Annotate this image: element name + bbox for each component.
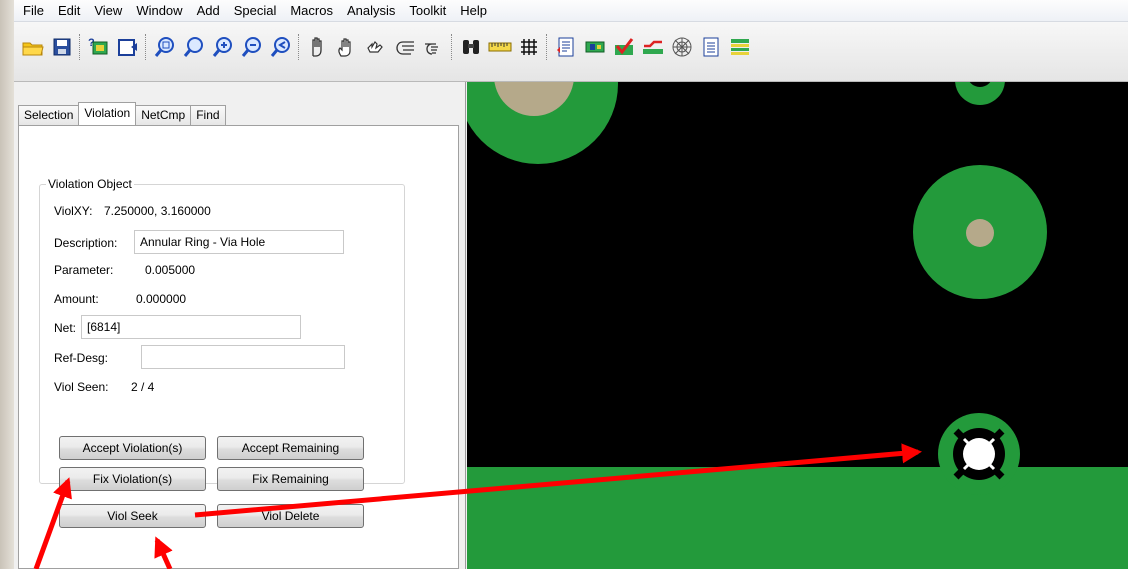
zoom-window-icon[interactable] [152, 35, 177, 59]
panel-tabs: Selection Violation NetCmp Find [18, 102, 226, 125]
binoculars-icon[interactable] [458, 35, 483, 59]
description-field[interactable]: Annular Ring - Via Hole [134, 230, 344, 254]
notes-icon[interactable] [698, 35, 723, 59]
tab-find[interactable]: Find [190, 105, 226, 125]
menu-window[interactable]: Window [136, 3, 182, 18]
grab-hand-icon[interactable] [334, 35, 359, 59]
net-label: Net: [54, 321, 77, 335]
zoom-out-icon[interactable] [239, 35, 264, 59]
group-title: Violation Object [46, 177, 134, 191]
parameter-value: 0.005000 [145, 263, 196, 277]
menu-analysis[interactable]: Analysis [347, 3, 395, 18]
pick-hand-icon[interactable] [363, 35, 388, 59]
menu-view[interactable]: View [94, 3, 122, 18]
description-label: Description: [54, 236, 118, 250]
layer-stack-icon[interactable] [727, 35, 752, 59]
net-field[interactable]: [6814] [81, 315, 301, 339]
open-folder-icon[interactable] [20, 35, 45, 59]
fix-violations-button[interactable]: Fix Violation(s) [59, 467, 206, 491]
save-icon[interactable] [49, 35, 74, 59]
cam-application-window: File Edit View Window Add Special Macros… [14, 0, 1128, 569]
route-icon[interactable] [640, 35, 665, 59]
zoom-previous-icon[interactable] [268, 35, 293, 59]
toolbar: ? [14, 22, 1128, 82]
layers-icon[interactable]: ? [86, 35, 111, 59]
menu-macros[interactable]: Macros [290, 3, 333, 18]
fix-remaining-button[interactable]: Fix Remaining [217, 467, 364, 491]
zoom-all-icon[interactable] [181, 35, 206, 59]
parameter-label: Parameter: [54, 263, 114, 277]
violxy-label: ViolXY: [54, 204, 93, 218]
report-icon[interactable] [553, 35, 578, 59]
background-window-edge [0, 0, 14, 569]
side-panel: Selection Violation NetCmp Find Violatio… [14, 82, 466, 569]
refdesg-label: Ref-Desg: [54, 351, 109, 365]
drill-hole [966, 219, 994, 247]
pcb-canvas[interactable] [467, 82, 1128, 569]
grid-icon[interactable] [516, 35, 541, 59]
viol-seek-button[interactable]: Viol Seek [59, 504, 206, 528]
net-web-icon[interactable] [669, 35, 694, 59]
tab-netcmp[interactable]: NetCmp [135, 105, 192, 125]
zoom-in-icon[interactable] [210, 35, 235, 59]
menu-edit[interactable]: Edit [58, 3, 80, 18]
point-hand-icon[interactable] [421, 35, 446, 59]
refdesg-field[interactable] [141, 345, 345, 369]
pan-hand-icon[interactable] [305, 35, 330, 59]
viol-seen-label: Viol Seen: [54, 380, 109, 394]
menu-special[interactable]: Special [234, 3, 277, 18]
accept-remaining-button[interactable]: Accept Remaining [217, 436, 364, 460]
ruler-icon[interactable] [487, 35, 512, 59]
accept-violations-button[interactable]: Accept Violation(s) [59, 436, 206, 460]
menu-file[interactable]: File [23, 3, 44, 18]
violxy-value: 7.250000, 3.160000 [104, 204, 211, 218]
export-icon[interactable] [115, 35, 140, 59]
tab-violation[interactable]: Violation [78, 102, 137, 125]
copper-pour [467, 467, 1128, 569]
viol-delete-button[interactable]: Viol Delete [217, 504, 364, 528]
menu-help[interactable]: Help [460, 3, 487, 18]
violation-tab-page: Violation Object ViolXY: 7.250000, 3.160… [18, 125, 459, 569]
drc-check-icon[interactable] [611, 35, 636, 59]
viol-seen-value: 2 / 4 [131, 380, 155, 394]
tab-selection[interactable]: Selection [18, 105, 80, 125]
pcb-drawing [467, 82, 1128, 569]
menu-bar: File Edit View Window Add Special Macros… [14, 0, 1128, 22]
board-icon[interactable] [582, 35, 607, 59]
drag-hand-icon[interactable] [392, 35, 417, 59]
menu-toolkit[interactable]: Toolkit [409, 3, 446, 18]
menu-add[interactable]: Add [197, 3, 220, 18]
amount-value: 0.000000 [136, 292, 187, 306]
amount-label: Amount: [54, 292, 99, 306]
